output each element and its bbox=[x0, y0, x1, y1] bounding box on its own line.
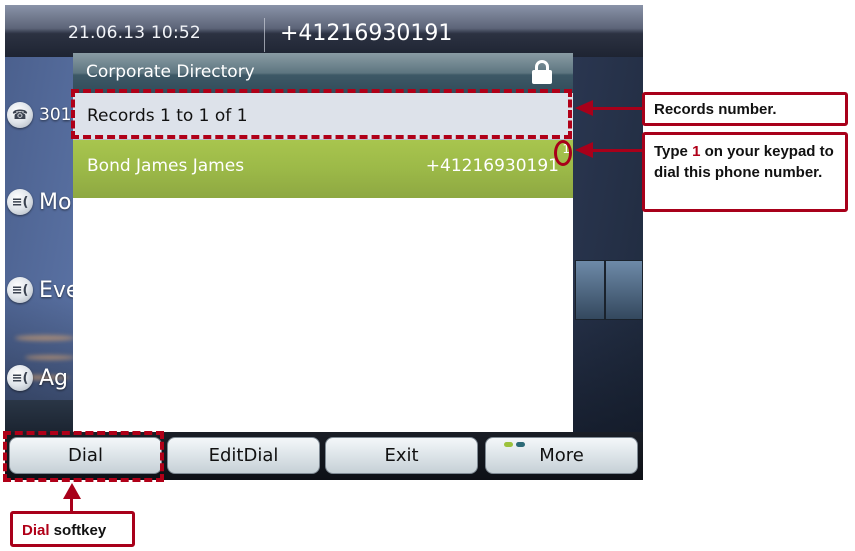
callout-arrow bbox=[590, 107, 642, 110]
indicator-dot bbox=[504, 442, 513, 447]
callout-text: Records number. bbox=[654, 101, 777, 118]
line-key-2[interactable]: ≡( Mo bbox=[5, 187, 71, 217]
line-key-label: Ag bbox=[39, 365, 69, 391]
phone-screen: 21.06.13 10:52 +41216930191 ☎ 301 ≡( Mo … bbox=[5, 5, 643, 480]
callout-arrow bbox=[70, 498, 73, 512]
indicator-dot bbox=[516, 442, 525, 447]
more-softkey[interactable]: More bbox=[485, 437, 638, 474]
speed-dial-icon: ≡( bbox=[7, 365, 33, 391]
line-key-3[interactable]: ≡( Eve bbox=[5, 275, 79, 305]
handset-icon: ☎ bbox=[7, 102, 33, 128]
directory-entry[interactable]: Bond James James +41216930191 1 bbox=[73, 140, 573, 198]
dial-hint-callout: Type 1 on your keypad to dial this phone… bbox=[642, 132, 848, 212]
line-key-4[interactable]: ≡( Ag bbox=[5, 363, 68, 393]
editdial-softkey[interactable]: EditDial bbox=[167, 437, 320, 474]
softkey-label: More bbox=[539, 445, 584, 466]
background-window bbox=[605, 260, 643, 320]
status-bar: 21.06.13 10:52 +41216930191 bbox=[5, 5, 643, 57]
line-key-label: Mo bbox=[39, 189, 72, 215]
more-indicator-icon bbox=[504, 442, 525, 447]
entry-number: +41216930191 bbox=[425, 156, 559, 176]
status-divider bbox=[264, 18, 265, 52]
records-highlight bbox=[71, 89, 572, 139]
background-cloud bbox=[15, 335, 75, 341]
softkey-label: Exit bbox=[384, 445, 419, 466]
lock-icon bbox=[532, 60, 552, 84]
entry-name: Bond James James bbox=[87, 156, 245, 176]
background-cloud bbox=[25, 355, 75, 360]
softkey-label: EditDial bbox=[208, 445, 279, 466]
callout-text: Type bbox=[654, 143, 693, 160]
arrow-head bbox=[575, 100, 593, 116]
arrow-head bbox=[575, 142, 593, 158]
line-key-1[interactable]: ☎ 301 bbox=[5, 100, 71, 130]
exit-softkey[interactable]: Exit bbox=[325, 437, 478, 474]
dialog-title-bar: Corporate Directory bbox=[73, 53, 573, 93]
callout-text: softkey bbox=[49, 522, 107, 539]
dialog-title: Corporate Directory bbox=[86, 62, 255, 82]
status-line-number: +41216930191 bbox=[280, 21, 453, 46]
index-highlight bbox=[554, 140, 572, 166]
line-key-label: 301 bbox=[39, 105, 72, 125]
status-datetime: 21.06.13 10:52 bbox=[68, 23, 201, 43]
arrow-head bbox=[63, 483, 81, 499]
speed-dial-icon: ≡( bbox=[7, 277, 33, 303]
records-callout: Records number. bbox=[642, 92, 848, 126]
callout-key: Dial bbox=[22, 522, 50, 539]
dial-softkey-highlight bbox=[3, 431, 164, 482]
callout-arrow bbox=[590, 149, 642, 152]
softkey-callout: Dial softkey bbox=[10, 511, 135, 547]
speed-dial-icon: ≡( bbox=[7, 189, 33, 215]
background-window bbox=[575, 260, 605, 320]
